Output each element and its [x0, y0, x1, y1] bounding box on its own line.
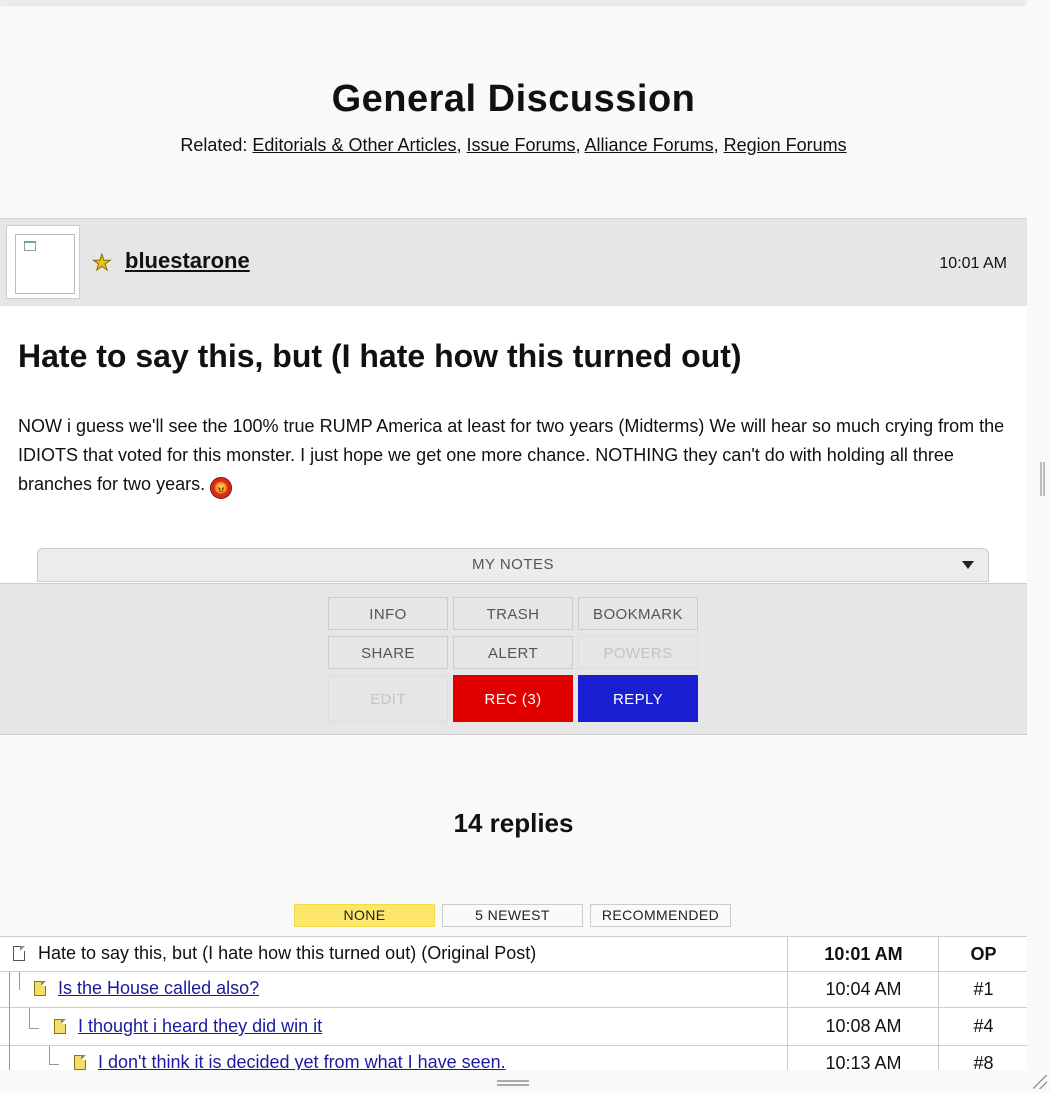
trash-button[interactable]: TRASH	[453, 597, 573, 630]
post-body-text: NOW i guess we'll see the 100% true RUMP…	[18, 416, 1005, 494]
related-link-issue-forums[interactable]: Issue Forums	[467, 135, 576, 155]
document-icon	[34, 981, 46, 996]
reply-link[interactable]: I thought i heard they did win it	[78, 1016, 322, 1036]
document-icon	[54, 1019, 66, 1034]
tree-line	[19, 972, 20, 990]
tree-line	[9, 972, 10, 1008]
replies-count-title: 14 replies	[453, 808, 574, 838]
post-body: Hate to say this, but (I hate how this t…	[0, 306, 1027, 584]
reply-button[interactable]: REPLY	[578, 675, 698, 722]
rec-button[interactable]: REC (3)	[453, 675, 573, 722]
bottom-resize-grip[interactable]	[497, 1080, 529, 1086]
scrollbar-thumb[interactable]	[1040, 462, 1045, 496]
tree-line	[49, 1046, 50, 1064]
vertical-scrollbar[interactable]	[1027, 0, 1051, 1093]
info-button[interactable]: INFO	[328, 597, 448, 630]
thread-number: #4	[938, 1008, 1028, 1045]
related-link-editorials[interactable]: Editorials & Other Articles	[252, 135, 456, 155]
edit-button: EDIT	[328, 675, 448, 722]
powers-button: POWERS	[578, 636, 698, 669]
star-icon: ★	[92, 250, 113, 276]
thread-subject: Is the House called also?	[58, 978, 259, 999]
tree-line	[29, 1008, 30, 1028]
avatar[interactable]	[6, 225, 80, 299]
reply-link[interactable]: I don't think it is decided yet from wha…	[98, 1052, 506, 1072]
thread-subject: Hate to say this, but (I hate how this t…	[38, 943, 537, 963]
thread-time: 10:04 AM	[787, 972, 939, 1007]
related-link-alliance-forums[interactable]: Alliance Forums	[585, 135, 714, 155]
thread-time: 10:01 AM	[787, 937, 939, 972]
page: General Discussion Related: Editorials &…	[0, 0, 1027, 1093]
username-link[interactable]: bluestarone	[125, 248, 250, 274]
bookmark-button[interactable]: BOOKMARK	[578, 597, 698, 630]
top-shadow-bar	[0, 0, 1026, 4]
angry-face-icon: 😡	[210, 477, 233, 499]
post-actions: INFO TRASH BOOKMARK SHARE ALERT POWERS E…	[0, 583, 1027, 735]
post-time: 10:01 AM	[939, 255, 1007, 272]
filter-5-newest-tab[interactable]: 5 NEWEST	[442, 904, 583, 927]
my-notes-label: MY NOTES	[471, 556, 555, 573]
thread-number: #1	[938, 972, 1028, 1007]
chevron-down-icon	[962, 561, 974, 569]
tree-line	[9, 1008, 10, 1046]
my-notes-toggle[interactable]: MY NOTES	[37, 548, 989, 582]
table-row[interactable]: Hate to say this, but (I hate how this t…	[0, 936, 1027, 972]
reply-link[interactable]: Is the House called also?	[58, 978, 259, 998]
tree-line	[49, 1064, 59, 1065]
broken-image-icon	[24, 241, 36, 251]
alert-button[interactable]: ALERT	[453, 636, 573, 669]
forum-title: General Discussion	[331, 78, 696, 120]
filter-recommended-tab[interactable]: RECOMMENDED	[590, 904, 731, 927]
post-title: Hate to say this, but (I hate how this t…	[18, 338, 742, 374]
window-resize-icon[interactable]	[1033, 1075, 1047, 1089]
thread-number: OP	[938, 937, 1028, 972]
table-row[interactable]: Is the House called also? 10:04 AM #1	[0, 972, 1027, 1008]
related-link-region-forums[interactable]: Region Forums	[724, 135, 847, 155]
post-text: NOW i guess we'll see the 100% true RUMP…	[18, 412, 1008, 499]
thread-time: 10:08 AM	[787, 1008, 939, 1045]
table-row[interactable]: I thought i heard they did win it 10:08 …	[0, 1008, 1027, 1046]
document-icon	[74, 1055, 86, 1070]
tree-line	[29, 1028, 39, 1029]
avatar-image	[15, 234, 75, 294]
share-button[interactable]: SHARE	[328, 636, 448, 669]
filter-none-tab[interactable]: NONE	[294, 904, 435, 927]
post-header: ★ bluestarone 10:01 AM	[0, 218, 1027, 307]
thread-subject: I thought i heard they did win it	[78, 1016, 322, 1037]
related-label: Related:	[180, 135, 248, 155]
related-links: Related: Editorials & Other Articles, Is…	[180, 135, 847, 155]
document-icon	[13, 946, 25, 961]
